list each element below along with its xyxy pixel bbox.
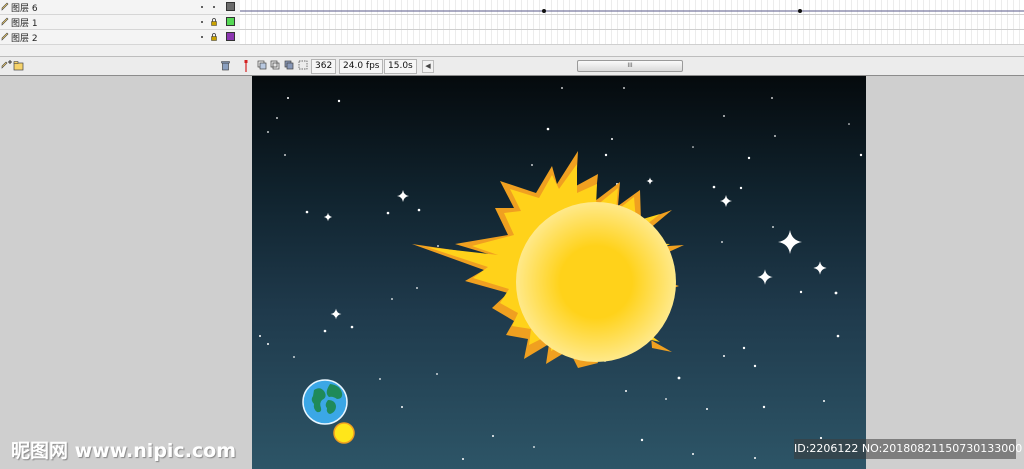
pencil-layer-icon	[1, 17, 9, 26]
watermark-id: ID:2206122 NO:20180821150730133000	[794, 439, 1022, 459]
layer-row-6[interactable]: 图层 6	[0, 0, 240, 15]
outline-color-swatch[interactable]	[226, 17, 235, 26]
visibility-toggle[interactable]	[201, 36, 203, 38]
outline-color-swatch[interactable]	[226, 32, 235, 41]
onion-skin-outlines-icon[interactable]	[284, 60, 294, 70]
visibility-toggle[interactable]	[201, 6, 203, 8]
watermark-logo: 昵图网 www.nipic.com	[11, 440, 237, 462]
pencil-layer-icon	[1, 32, 9, 41]
horizontal-scrollbar-thumb[interactable]: III	[577, 60, 683, 72]
center-frame-icon[interactable]	[257, 60, 267, 70]
scene-artwork	[259, 87, 863, 460]
outline-color-swatch[interactable]	[226, 2, 235, 11]
scroll-left-button[interactable]: ◀	[422, 60, 434, 73]
timeline-status-bar: 362 24.0 fps 15.0s ◀ III	[0, 56, 1024, 75]
timeline-panel: 图层 6 图层 1 图层 2 362 24.0 fps 15.0s ◀ III	[0, 0, 1024, 76]
stage-canvas[interactable]	[252, 76, 866, 469]
layer-name: 图层 1	[11, 19, 38, 29]
motion-tween-line	[240, 9, 1024, 13]
pencil-layer-icon	[1, 2, 9, 11]
edit-multiple-frames-icon[interactable]	[298, 60, 308, 70]
elapsed-time-field: 15.0s	[384, 59, 417, 74]
playhead-marker-icon[interactable]	[243, 60, 249, 72]
frames-grid[interactable]	[240, 0, 1024, 45]
add-layer-icon[interactable]	[1, 60, 13, 71]
lock-toggle[interactable]	[213, 6, 215, 8]
lock-icon[interactable]	[211, 33, 217, 41]
current-frame-field[interactable]: 362	[311, 59, 337, 74]
moon-illustration	[333, 422, 355, 444]
layer-row-1[interactable]: 图层 1	[0, 15, 240, 30]
keyframe-dot[interactable]	[798, 9, 802, 13]
visibility-toggle[interactable]	[201, 21, 203, 23]
add-folder-icon[interactable]	[13, 60, 25, 71]
layer-name: 图层 2	[11, 34, 38, 44]
trash-icon[interactable]	[220, 60, 231, 71]
lock-icon[interactable]	[211, 18, 217, 26]
layer-row-2[interactable]: 图层 2	[0, 30, 240, 45]
frame-rate-field[interactable]: 24.0 fps	[339, 59, 384, 74]
onion-skin-icon[interactable]	[270, 60, 280, 70]
sun-illustration	[412, 151, 684, 368]
layer-name: 图层 6	[11, 4, 38, 14]
earth-illustration	[302, 379, 348, 425]
keyframe-dot[interactable]	[542, 9, 546, 13]
